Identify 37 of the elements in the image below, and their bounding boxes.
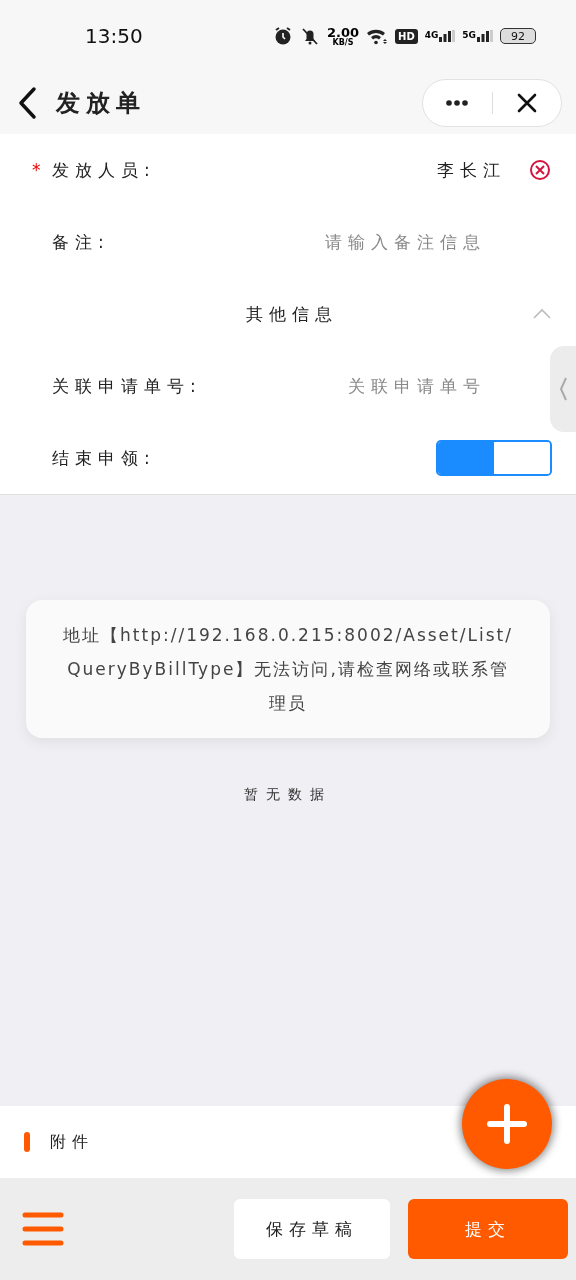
- section-title: 附件: [50, 1131, 94, 1153]
- close-icon: [516, 93, 537, 113]
- plus-icon: [487, 1104, 527, 1144]
- field-label: 发放人员:: [52, 158, 156, 182]
- muted-bell-icon: [299, 26, 320, 46]
- section-marker: [24, 1132, 30, 1152]
- battery-level: 92: [500, 28, 536, 44]
- back-icon[interactable]: [16, 86, 38, 120]
- side-drawer-tab[interactable]: [550, 346, 576, 432]
- network-speed: 2.00: [326, 25, 359, 39]
- empty-state-text: 暂无数据: [244, 786, 332, 804]
- required-mark: *: [32, 160, 42, 180]
- wifi-icon: [366, 27, 388, 45]
- clear-icon[interactable]: [528, 158, 552, 182]
- page-title: 发放单: [56, 88, 147, 119]
- field-value[interactable]: 李长江: [437, 158, 506, 182]
- signal-icon: [477, 30, 493, 42]
- network-type: 4G: [424, 30, 439, 40]
- section-title: 其他信息: [245, 302, 339, 326]
- field-label: 结束申领:: [52, 446, 156, 470]
- save-draft-button[interactable]: 保存草稿: [234, 1199, 390, 1259]
- toggle-switch[interactable]: [436, 440, 552, 476]
- hd-badge: HD: [395, 28, 418, 44]
- add-button[interactable]: [462, 1079, 552, 1169]
- field-label: 关联申请单号:: [52, 374, 202, 398]
- chevron-left-icon: [558, 376, 568, 402]
- input-field[interactable]: 关联申请单号: [246, 376, 486, 396]
- signal-icon: [439, 30, 456, 42]
- field-label: 备注:: [52, 230, 110, 254]
- status-time: 13:50: [85, 24, 143, 48]
- chevron-up-icon[interactable]: [532, 308, 552, 320]
- network-type: 5G: [462, 30, 476, 40]
- menu-icon[interactable]: [22, 1211, 64, 1247]
- speed-unit: KB/S: [332, 38, 354, 47]
- error-message: 地址【http://192.168.0.215:8002/Asset/List/QueryByBillType】无法访问,请检查网络或联系管理员: [26, 600, 550, 738]
- input-field[interactable]: 请输入备注信息: [246, 232, 486, 252]
- more-icon: [445, 99, 470, 107]
